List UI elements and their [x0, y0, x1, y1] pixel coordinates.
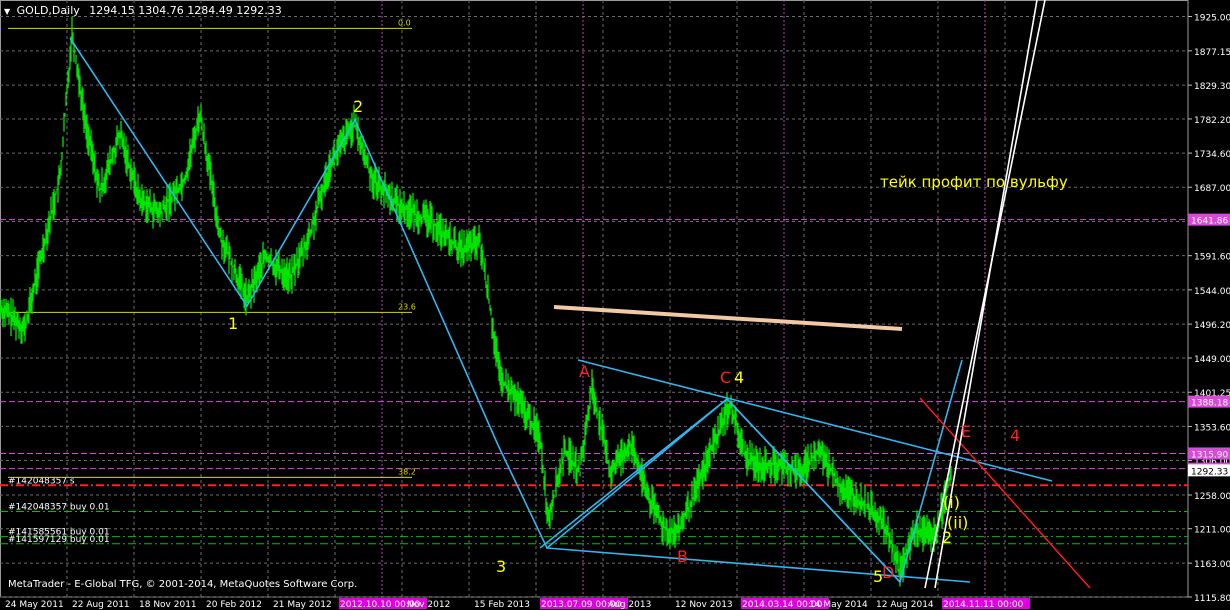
- wave-label: B: [677, 547, 688, 566]
- x-tick-label: 14 May 2014: [809, 600, 868, 610]
- wave-label: 2: [942, 528, 952, 547]
- y-tick-label: 1782.20: [1194, 116, 1230, 126]
- y-tick-label: 1829.30: [1194, 82, 1230, 92]
- wave-label: (i): [943, 493, 960, 512]
- price-label: 1641.86: [1191, 217, 1228, 227]
- price-label: 1315.90: [1191, 450, 1228, 460]
- wave-label: 3: [496, 557, 506, 576]
- wave-label: A: [579, 362, 590, 381]
- y-tick-label: 1258.00: [1194, 492, 1230, 502]
- x-tick-label: 12 Aug 2014: [876, 600, 934, 610]
- wave-label: C: [720, 368, 731, 387]
- time-axis: 24 May 2011 22 Aug 2011 18 Nov 2011 20 Feb …: [5, 598, 1030, 610]
- chart-header: ▼ GOLD,Daily 1294.15 1304.76 1284.49 129…: [4, 4, 282, 17]
- x-tick-label: 15 Feb 2013: [474, 600, 530, 610]
- ohlc-values: 1294.15 1304.76 1284.49 1292.33: [89, 4, 282, 17]
- y-tick-label: 1449.00: [1194, 355, 1230, 365]
- wave-label: 2: [353, 97, 363, 116]
- x-tick-label: 20 Feb 2012: [206, 600, 262, 610]
- wave-label: 4: [734, 368, 744, 387]
- y-tick-label: 1544.00: [1194, 287, 1230, 297]
- dropdown-triangle-icon[interactable]: ▼: [4, 7, 10, 16]
- fib-label: 23.6: [398, 302, 416, 311]
- y-tick-label: 1877.15: [1194, 48, 1230, 58]
- y-tick-label: 1925.00: [1194, 13, 1230, 23]
- y-tick-label: 1211.00: [1194, 526, 1230, 536]
- y-tick-label: 1163.00: [1194, 560, 1230, 570]
- y-tick-label: 1591.60: [1194, 253, 1230, 263]
- gold-daily-chart[interactable]: #142048357 s#142048357 buy 0.01#14158556…: [0, 0, 1230, 610]
- wave-label: 1: [228, 314, 238, 333]
- price-label: 1388.18: [1191, 399, 1228, 409]
- wave-label: D: [882, 563, 894, 582]
- y-tick-label: 1353.60: [1194, 423, 1230, 433]
- y-tick-label: 1687.00: [1194, 184, 1230, 194]
- price-label: 1292.33: [1191, 467, 1228, 477]
- x-tick-label: 18 Nov 2011: [139, 600, 197, 610]
- wave-label: E: [961, 422, 971, 441]
- wave-label: 4: [1010, 426, 1020, 445]
- copyright-footer: MetaTrader - E-Global TFG, © 2001-2014, …: [8, 579, 358, 590]
- x-tick-label: Nov 2012: [407, 600, 450, 610]
- fib-label: 38.2: [398, 467, 416, 476]
- x-tick-label: Aug 2013: [608, 600, 651, 610]
- y-tick-label: 1115.80: [1194, 594, 1230, 604]
- x-tick-label: 12 Nov 2013: [675, 600, 733, 610]
- y-tick-label: 1734.60: [1194, 150, 1230, 160]
- order-label: #141597129 buy 0.01: [8, 535, 110, 545]
- order-label: #142048357 buy 0.01: [8, 502, 110, 512]
- y-tick-label: 1496.20: [1194, 321, 1230, 331]
- x-tick-label: 21 May 2012: [273, 600, 332, 610]
- take-profit-annotation: тейк профит по вульфу: [880, 173, 1068, 191]
- fib-label: 0.0: [398, 18, 411, 27]
- symbol-label: GOLD,Daily: [16, 4, 80, 17]
- x-tick-label: 2014.11.11 00:00: [943, 600, 1024, 610]
- chart-background: [0, 0, 1230, 610]
- x-tick-label: 24 May 2011: [5, 600, 64, 610]
- x-tick-label: 22 Aug 2011: [72, 600, 130, 610]
